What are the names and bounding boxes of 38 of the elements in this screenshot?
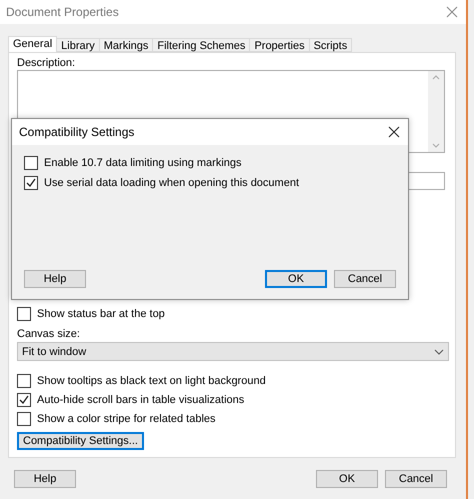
tab[interactable]: Properties	[249, 38, 310, 52]
button[interactable]: Compatibility Settings...	[17, 432, 144, 450]
checkbox-box[interactable]	[24, 156, 38, 170]
button[interactable]: Help	[14, 470, 76, 488]
checkbox[interactable]: Use serial data loading when opening this document	[24, 173, 396, 192]
tab[interactable]: Filtering Schemes	[152, 38, 250, 52]
checkbox[interactable]: Auto-hide scroll bars in table visualizations	[17, 390, 445, 409]
checkbox-label: Auto-hide scroll bars in table visualizations	[37, 394, 244, 406]
checkbox-box[interactable]	[17, 412, 31, 426]
button[interactable]: Cancel	[385, 470, 447, 488]
checkbox[interactable]: Show status bar at the top	[17, 304, 445, 323]
canvas-size-label: Canvas size:	[17, 328, 81, 340]
checkbox-box[interactable]	[17, 392, 31, 406]
dialog-title: Compatibility Settings	[19, 125, 134, 139]
checkbox-label: Show tooltips as black text on light background	[37, 374, 266, 386]
checkbox-label: Enable 10.7 data limiting using markings	[44, 156, 242, 168]
checkbox[interactable]: Show tooltips as black text on light background	[17, 371, 445, 390]
description-label: Description:	[17, 57, 76, 69]
button[interactable]: OK	[316, 470, 378, 488]
button[interactable]: OK	[265, 270, 327, 288]
tab[interactable]: Scripts	[308, 38, 352, 52]
chevron-down-icon	[434, 348, 444, 354]
window-title: Document Properties	[6, 5, 119, 19]
checkbox-label: Show status bar at the top	[37, 308, 165, 320]
checkbox-label: Use serial data loading when opening this document	[44, 176, 299, 188]
checkbox-label: Show a color stripe for related tables	[37, 412, 216, 424]
canvas-size-dropdown[interactable]: Fit to window	[17, 342, 449, 361]
tab[interactable]: Library	[56, 38, 100, 52]
checkbox-box[interactable]	[17, 374, 31, 388]
checkbox[interactable]: Enable 10.7 data limiting using markings	[24, 153, 396, 172]
checkbox[interactable]: Show a color stripe for related tables	[17, 409, 445, 428]
button[interactable]: Help	[24, 270, 86, 288]
button[interactable]: Cancel	[334, 270, 396, 288]
close-icon[interactable]	[386, 124, 402, 140]
tab[interactable]: General	[8, 36, 58, 52]
checkbox-box[interactable]	[24, 176, 38, 190]
tab[interactable]: Markings	[98, 38, 154, 52]
checkbox-box[interactable]	[17, 306, 31, 320]
